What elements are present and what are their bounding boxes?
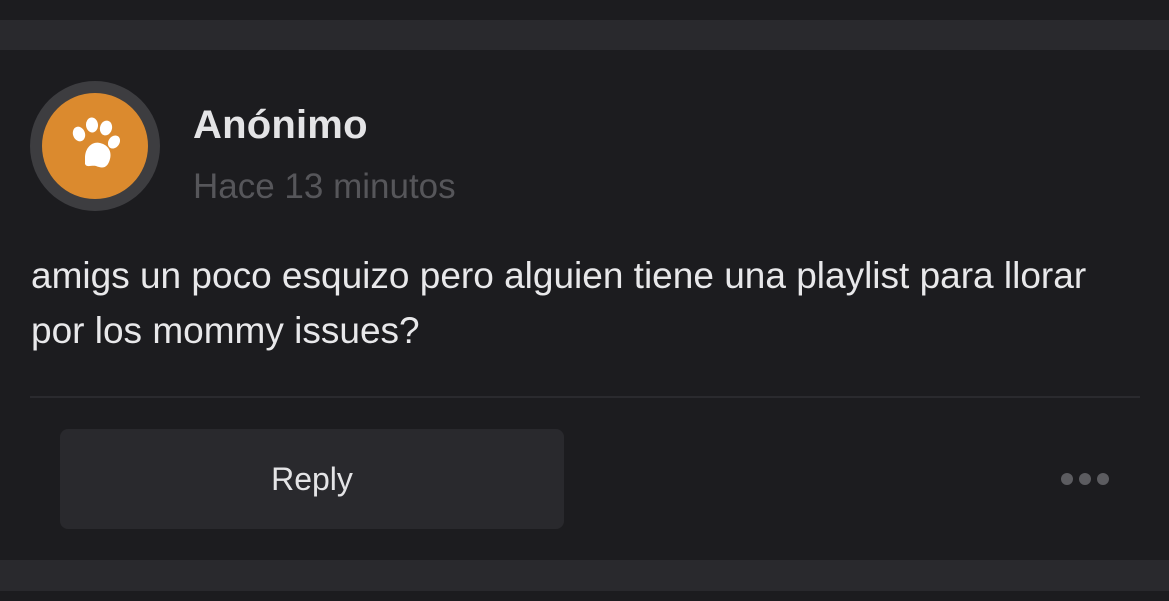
bottom-separator-band	[0, 560, 1169, 591]
more-dot-icon	[1061, 473, 1073, 485]
paw-icon	[72, 117, 121, 168]
more-dot-icon	[1079, 473, 1091, 485]
reply-button[interactable]: Reply	[60, 429, 564, 529]
divider	[30, 396, 1140, 398]
more-dot-icon	[1097, 473, 1109, 485]
post-timestamp: Hace 13 minutos	[193, 167, 456, 206]
top-strip	[0, 0, 1169, 20]
author-name[interactable]: Anónimo	[193, 103, 368, 148]
avatar-circle	[42, 93, 148, 199]
post-card: Anónimo Hace 13 minutos amigs un poco es…	[0, 50, 1169, 560]
more-options-button[interactable]	[1052, 464, 1118, 494]
post-body-text: amigs un poco esquizo pero alguien tiene…	[31, 255, 1087, 351]
reply-button-label: Reply	[271, 460, 353, 497]
avatar[interactable]	[30, 81, 160, 211]
top-separator-band	[0, 20, 1169, 50]
bottom-strip	[0, 591, 1169, 601]
